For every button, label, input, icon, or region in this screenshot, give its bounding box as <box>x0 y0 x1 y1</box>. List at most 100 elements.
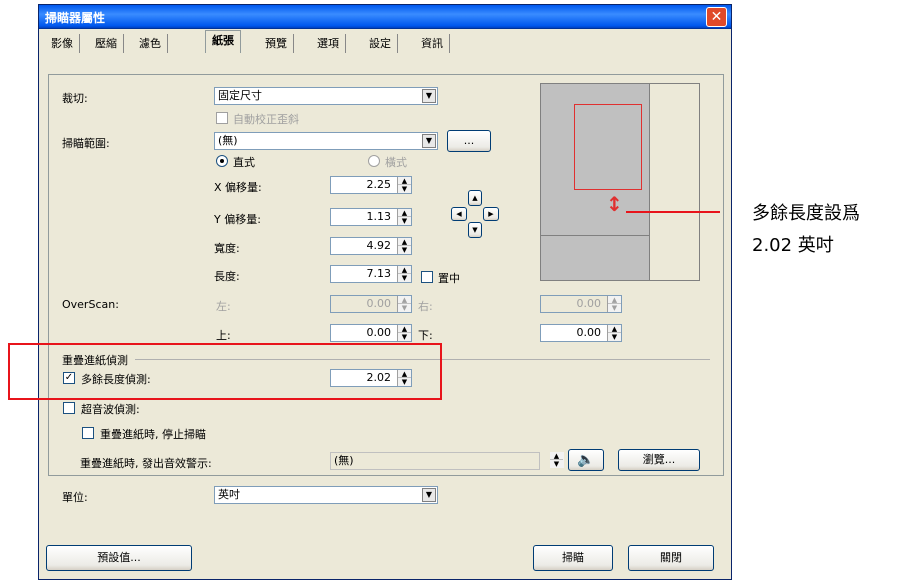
tab-settings[interactable]: 設定 <box>363 34 398 53</box>
width-label: 寬度: <box>214 242 240 255</box>
highlight-box <box>8 343 442 400</box>
move-up-icon[interactable]: ▲ <box>468 190 482 206</box>
crop-value: 固定尺寸 <box>218 89 262 102</box>
scan-area-select[interactable]: (無) ▼ <box>214 132 438 150</box>
y-offset-value: 1.13 <box>366 210 392 223</box>
tab-compression[interactable]: 壓縮 <box>89 34 124 53</box>
spin-up-icon[interactable]: ▲ <box>398 238 411 246</box>
move-right-icon[interactable]: ▶ <box>483 207 499 221</box>
callout-line-2: 2.02 英吋 <box>752 235 834 256</box>
ultrasonic-label: 超音波偵測: <box>81 403 140 416</box>
units-value: 英吋 <box>218 488 240 501</box>
sound-spinner[interactable]: ▲ ▼ <box>548 452 564 470</box>
width-value: 4.92 <box>366 239 392 252</box>
title-bar[interactable]: 掃瞄器屬性 ✕ <box>39 5 731 29</box>
window-title: 掃瞄器屬性 <box>45 11 106 25</box>
extra-length-line <box>541 235 649 236</box>
overscan-bottom-value: 0.00 <box>576 326 602 339</box>
overscan-bottom-spinner[interactable]: 0.00 ▲ ▼ <box>540 324 622 342</box>
overscan-top-label: 上: <box>216 329 231 342</box>
spin-down-icon[interactable]: ▼ <box>398 185 411 193</box>
y-offset-label: Y 偏移量: <box>214 213 261 226</box>
spin-up-icon[interactable]: ▲ <box>398 325 411 333</box>
scan-button[interactable]: 掃瞄 <box>533 545 613 571</box>
scan-area-value: (無) <box>218 134 238 147</box>
tab-preview[interactable]: 預覽 <box>259 34 294 53</box>
spin-down-icon[interactable]: ▼ <box>398 333 411 341</box>
length-label: 長度: <box>214 270 240 283</box>
move-left-icon[interactable]: ◀ <box>451 207 467 221</box>
spin-up-icon[interactable]: ▲ <box>398 177 411 185</box>
width-spinner[interactable]: 4.92 ▲ ▼ <box>330 237 412 255</box>
close-button[interactable]: 關閉 <box>628 545 714 571</box>
sound-alert-label: 重疊進紙時, 發出音效警示: <box>80 457 212 470</box>
x-offset-value: 2.25 <box>366 178 392 191</box>
sound-file-field[interactable]: (無) <box>330 452 540 470</box>
spin-down-icon[interactable]: ▼ <box>608 333 621 341</box>
units-select[interactable]: 英吋 ▼ <box>214 486 438 504</box>
callout-pointer-line <box>626 211 720 213</box>
spin-down-icon[interactable]: ▼ <box>398 246 411 254</box>
chevron-down-icon: ▼ <box>422 89 436 103</box>
tab-bar: 影像 壓縮 濾色 紙張 預覽 選項 設定 資訊 <box>41 29 729 53</box>
spin-up-icon[interactable]: ▲ <box>398 209 411 217</box>
overscan-left-spinner[interactable]: 0.00 ▲ ▼ <box>330 295 412 313</box>
sound-browse-button[interactable]: 瀏覽... <box>618 449 700 471</box>
callout-line-1: 多餘長度設爲 <box>752 203 860 224</box>
overscan-top-value: 0.00 <box>366 326 392 339</box>
stop-on-double-feed-label: 重疊進紙時, 停止掃瞄 <box>100 428 206 441</box>
close-icon[interactable]: ✕ <box>706 7 727 27</box>
x-offset-spinner[interactable]: 2.25 ▲ ▼ <box>330 176 412 194</box>
overscan-bottom-label: 下: <box>418 329 433 342</box>
auto-deskew-label: 自動校正歪斜 <box>233 113 299 126</box>
overscan-left-label: 左: <box>216 300 231 313</box>
spin-up-icon[interactable]: ▲ <box>398 296 411 304</box>
overscan-top-spinner[interactable]: 0.00 ▲ ▼ <box>330 324 412 342</box>
tab-options[interactable]: 選項 <box>311 34 346 53</box>
auto-deskew-checkbox[interactable] <box>216 112 228 124</box>
spin-down-icon[interactable]: ▼ <box>398 217 411 225</box>
center-label: 置中 <box>438 272 460 285</box>
center-checkbox[interactable] <box>421 271 433 283</box>
overscan-left-value: 0.00 <box>366 297 392 310</box>
callout-text: 多餘長度設爲 2.02 英吋 <box>752 198 860 262</box>
sound-file-value: (無) <box>334 454 354 467</box>
y-offset-spinner[interactable]: 1.13 ▲ ▼ <box>330 208 412 226</box>
move-arrows-pad: ▲ ◀ ▶ ▼ <box>451 190 499 240</box>
paper-preview: ↕ <box>540 83 700 281</box>
spin-down-icon[interactable]: ▼ <box>550 460 563 468</box>
crop-select[interactable]: 固定尺寸 ▼ <box>214 87 438 105</box>
speaker-icon[interactable]: 🔈 <box>568 449 604 471</box>
portrait-radio[interactable] <box>216 155 228 167</box>
tab-info[interactable]: 資訊 <box>415 34 450 53</box>
length-value: 7.13 <box>366 267 392 280</box>
ultrasonic-checkbox[interactable] <box>63 402 75 414</box>
length-spinner[interactable]: 7.13 ▲ ▼ <box>330 265 412 283</box>
tab-image[interactable]: 影像 <box>45 34 80 53</box>
landscape-radio[interactable] <box>368 155 380 167</box>
portrait-label: 直式 <box>233 156 255 169</box>
spin-up-icon[interactable]: ▲ <box>608 296 621 304</box>
defaults-button[interactable]: 預設值... <box>46 545 192 571</box>
spin-up-icon[interactable]: ▲ <box>550 452 563 460</box>
tab-color-dropout[interactable]: 濾色 <box>133 34 168 53</box>
scan-area-browse-button[interactable]: ... <box>447 130 491 152</box>
tab-paper[interactable]: 紙張 <box>205 30 241 53</box>
extra-length-arrow-icon: ↕ <box>606 192 623 216</box>
spin-down-icon[interactable]: ▼ <box>398 274 411 282</box>
spin-up-icon[interactable]: ▲ <box>398 266 411 274</box>
overscan-right-spinner[interactable]: 0.00 ▲ ▼ <box>540 295 622 313</box>
chevron-down-icon: ▼ <box>422 134 436 148</box>
landscape-label: 橫式 <box>385 156 407 169</box>
stop-on-double-feed-checkbox[interactable] <box>82 427 94 439</box>
spin-up-icon[interactable]: ▲ <box>608 325 621 333</box>
spin-down-icon[interactable]: ▼ <box>608 304 621 312</box>
units-label: 單位: <box>62 491 88 504</box>
move-down-icon[interactable]: ▼ <box>468 222 482 238</box>
overscan-label: OverScan: <box>62 298 119 311</box>
scan-area-outline <box>574 104 642 190</box>
overscan-right-label: 右: <box>418 300 433 313</box>
overscan-right-value: 0.00 <box>576 297 602 310</box>
spin-down-icon[interactable]: ▼ <box>398 304 411 312</box>
footer-divider <box>48 520 724 521</box>
